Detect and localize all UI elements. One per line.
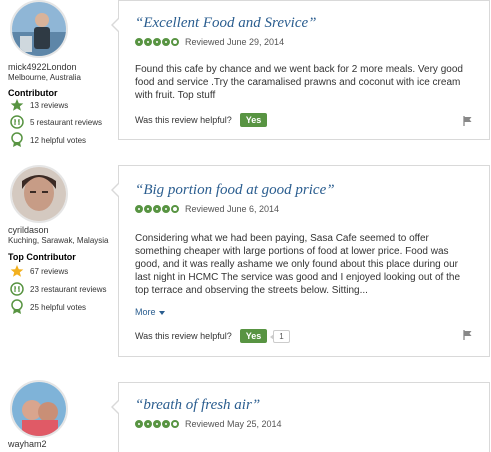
helpful-votes-badge: 25 helpful votes [10,299,86,315]
review-text: Considering what we had been paying, Sas… [135,233,460,296]
reviews-count-badge: 67 reviews [10,263,68,279]
reviews-count-badge: 13 reviews [10,97,68,113]
more-link[interactable]: More [135,307,165,317]
review-date: Reviewed June 29, 2014 [185,37,285,47]
review-box: “Excellent Food and Srevice” Reviewed Ju… [111,0,490,140]
review-text: Found this cafe by chance and we went ba… [135,64,463,101]
review-item: wayham2 “breath of fresh air” Reviewed M… [0,380,491,452]
star-icon [10,99,24,111]
helpful-count: 1 [270,329,290,343]
more-label[interactable]: More [135,307,156,317]
username[interactable]: cyrildason [8,225,49,235]
review-box: “Big portion food at good price” Reviewe… [111,165,490,357]
rating-bubble-icon [144,38,152,46]
rating-bubble-empty-icon [171,205,179,213]
thumbs-badge-icon [11,299,23,314]
review-title[interactable]: “Excellent Food and Srevice” [135,15,316,32]
review-title[interactable]: “breath of fresh air” [135,397,260,414]
thumbs-badge-icon [11,132,23,147]
review-date: Reviewed May 25, 2014 [185,419,282,429]
rating-bubble-icon [162,420,170,428]
rating-bubbles [135,38,180,46]
rating-bubble-icon [162,205,170,213]
helpful-row: Was this review helpful? Yes 1 [135,329,290,343]
rating-bubble-icon [153,420,161,428]
rating-bubble-icon [162,38,170,46]
reviews-count: 67 reviews [30,266,69,276]
avatar[interactable] [10,0,68,58]
star-icon [10,265,24,277]
rating-bubble-icon [144,420,152,428]
avatar[interactable] [10,165,68,223]
caret-down-icon [158,310,165,315]
rating-bubble-empty-icon [171,38,179,46]
restaurant-reviews-badge: 23 restaurant reviews [10,281,106,297]
flag-icon[interactable] [463,330,473,340]
flag-icon[interactable] [463,116,473,126]
helpful-yes-button[interactable]: Yes [239,113,268,127]
rating-bubble-icon [135,38,143,46]
fork-knife-icon [10,115,24,129]
username[interactable]: wayham2 [8,439,47,449]
user-location: Melbourne, Australia [8,73,81,82]
username[interactable]: mick4922London [8,62,77,72]
rating-bubble-icon [135,420,143,428]
restaurant-reviews-count: 23 restaurant reviews [30,284,107,294]
helpful-yes-button[interactable]: Yes [239,329,268,343]
review-date: Reviewed June 6, 2014 [185,204,280,214]
contributor-level: Top Contributor [8,252,76,262]
helpful-votes-count: 25 helpful votes [30,302,87,312]
helpful-question: Was this review helpful? [135,331,232,341]
rating-bubble-icon [135,205,143,213]
review-item: mick4922London Melbourne, Australia Cont… [0,0,491,165]
rating-bubble-icon [144,205,152,213]
user-location: Kuching, Sarawak, Malaysia [8,236,109,245]
helpful-row: Was this review helpful? Yes [135,113,268,127]
restaurant-reviews-badge: 5 restaurant reviews [10,114,102,130]
rating-bubbles [135,205,180,213]
rating-bubble-empty-icon [171,420,179,428]
rating-row: Reviewed June 29, 2014 [135,36,284,48]
helpful-votes-badge: 12 helpful votes [10,132,86,148]
review-item: cyrildason Kuching, Sarawak, Malaysia To… [0,165,491,370]
rating-bubble-icon [153,205,161,213]
helpful-votes-count: 12 helpful votes [30,135,87,145]
helpful-question: Was this review helpful? [135,115,232,125]
rating-bubble-icon [153,38,161,46]
rating-bubbles [135,420,180,428]
review-title[interactable]: “Big portion food at good price” [135,182,335,199]
rating-row: Reviewed June 6, 2014 [135,203,279,215]
review-box: “breath of fresh air” Reviewed May 25, 2… [111,382,490,452]
avatar[interactable] [10,380,68,438]
reviews-count: 13 reviews [30,100,69,110]
rating-row: Reviewed May 25, 2014 [135,418,282,430]
restaurant-reviews-count: 5 restaurant reviews [30,117,103,127]
fork-knife-icon [10,282,24,296]
